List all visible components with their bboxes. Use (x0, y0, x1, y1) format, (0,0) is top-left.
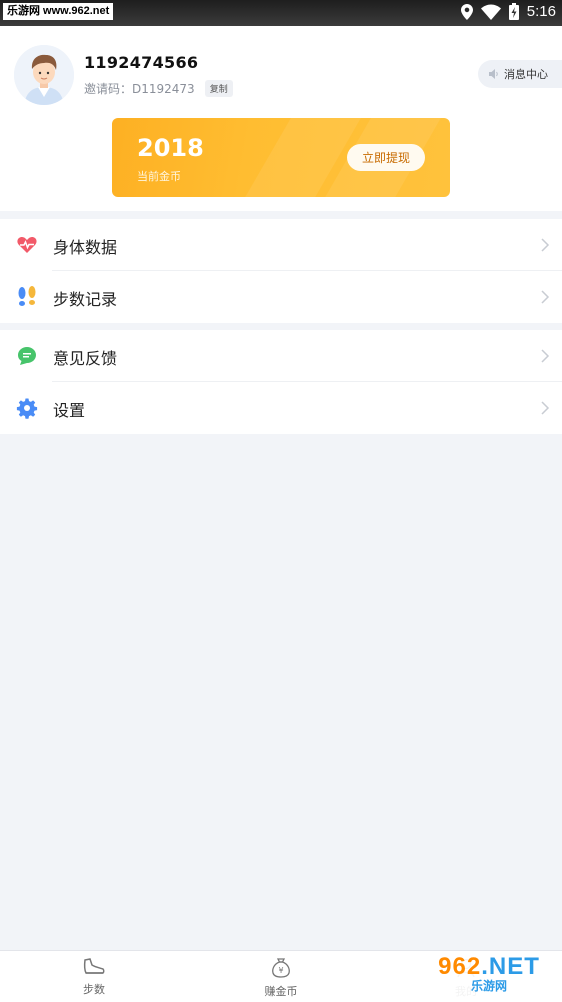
watermark-logo-blue: .NET (481, 953, 540, 980)
chevron-right-icon (541, 349, 550, 363)
wifi-icon (480, 4, 501, 20)
watermark-logo-subtitle: 乐游网 (470, 979, 507, 993)
chevron-right-icon (541, 290, 550, 304)
coin-value: 2018 (137, 134, 204, 162)
menu-group-1: 身体数据 步数记录 (0, 219, 562, 323)
watermark-logo-orange: 962 (438, 953, 482, 980)
menu-item-label: 步数记录 (53, 290, 118, 309)
profile-header: 1192474566 邀请码：D1192473 复制 消息中心 2018 当前金… (0, 26, 562, 211)
withdraw-button[interactable]: 立即提现 (347, 144, 425, 171)
shoe-icon (83, 958, 105, 974)
heart-icon (17, 237, 37, 253)
message-center-label: 消息中心 (504, 68, 548, 81)
user-id: 1192474566 (84, 53, 199, 72)
menu-item-label: 身体数据 (53, 238, 118, 257)
tab-label: 赚金币 (264, 985, 298, 998)
menu-item-step-records[interactable]: 步数记录 (0, 271, 562, 323)
menu-item-feedback[interactable]: 意见反馈 (0, 330, 562, 382)
money-bag-icon: ¥ (272, 958, 290, 978)
status-bar: 乐游网 www.962.net 5:16 (0, 0, 562, 26)
copy-button[interactable]: 复制 (204, 80, 233, 97)
menu-item-label: 设置 (53, 401, 86, 420)
invite-code-row: 邀请码：D1192473 复制 (84, 80, 233, 97)
svg-text:¥: ¥ (278, 966, 283, 975)
tab-steps[interactable]: 步数 (54, 957, 134, 997)
watermark-logo-main: 962.NET (438, 955, 540, 979)
chat-bubble-icon (18, 347, 36, 365)
footprint-icon (18, 286, 36, 306)
tab-earn-coins[interactable]: ¥ 赚金币 (241, 957, 321, 999)
avatar[interactable] (14, 45, 74, 105)
battery-icon (508, 3, 519, 20)
menu-item-settings[interactable]: 设置 (0, 382, 562, 434)
chevron-right-icon (541, 238, 550, 252)
coin-label: 当前金币 (137, 170, 181, 183)
tab-label: 步数 (83, 983, 105, 996)
avatar-illustration (14, 45, 74, 105)
status-time: 5:16 (526, 3, 556, 20)
invite-code: 邀请码：D1192473 (84, 82, 195, 96)
gear-icon (16, 398, 38, 419)
watermark-logo: 962.NET 乐游网 (424, 951, 554, 997)
menu-item-body-data[interactable]: 身体数据 (0, 219, 562, 271)
watermark-text: 乐游网 www.962.net (3, 3, 114, 20)
speaker-icon (489, 69, 498, 79)
menu-item-label: 意见反馈 (53, 349, 118, 368)
coin-card: 2018 当前金币 立即提现 (112, 118, 450, 197)
chevron-right-icon (541, 401, 550, 415)
status-icons: 5:16 (460, 3, 556, 20)
location-icon (460, 3, 473, 20)
message-center-button[interactable]: 消息中心 (478, 60, 562, 88)
menu-group-2: 意见反馈 设置 (0, 330, 562, 434)
